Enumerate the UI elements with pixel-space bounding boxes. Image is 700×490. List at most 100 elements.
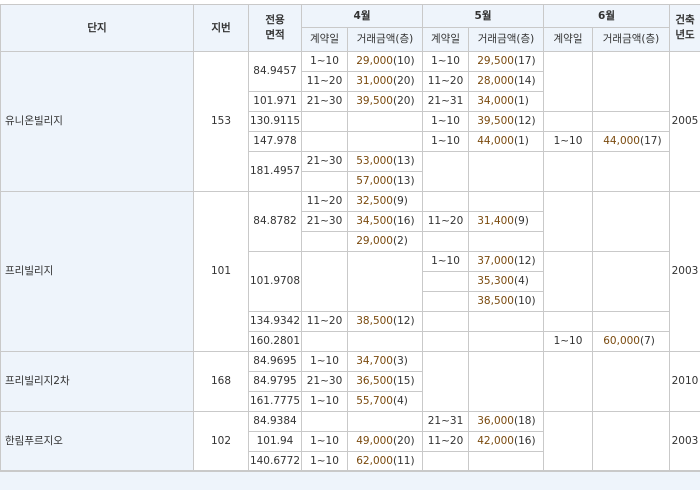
floor: (10) [514, 292, 540, 311]
amount: 31,400 [477, 215, 514, 227]
contract-date-cell: 1~10 [544, 132, 593, 152]
floor: (1) [514, 132, 540, 151]
trade-amount-cell: 44,000(17) [593, 132, 670, 152]
trade-amount-cell [469, 352, 544, 412]
transaction-table-panel: { "header": { "complex": "단지", "lot": "지… [0, 0, 700, 488]
floor: (14) [514, 72, 540, 91]
table-row: 프리빌리지2차 168 84.9695 1~10 34,700(3) 2010 [1, 352, 700, 372]
trade-amount-cell: 44,000(1) [469, 132, 544, 152]
floor: (4) [514, 272, 540, 291]
header-built-line2: 년도 [670, 28, 700, 43]
area-cell: 134.9342 [249, 312, 302, 332]
trade-amount-cell: 55,700(4) [348, 392, 423, 412]
floor: (16) [393, 212, 419, 231]
contract-date-cell: 11~20 [423, 212, 469, 232]
trade-amount-cell: 29,000(10) [348, 52, 423, 72]
header-area-line1: 전용 [249, 13, 301, 28]
amount: 38,500 [477, 295, 514, 307]
area-cell: 101.9708 [249, 252, 302, 312]
contract-date-cell [544, 252, 593, 312]
contract-date-cell: 1~10 [302, 432, 348, 452]
trade-amount-cell [593, 52, 670, 112]
trade-amount-cell: 29,000(2) [348, 232, 423, 252]
amount: 34,000 [477, 95, 514, 107]
trade-amount-cell: 35,300(4) [469, 272, 544, 292]
amount: 57,000 [356, 175, 393, 187]
trade-amount-cell [593, 192, 670, 252]
lot-cell: 168 [194, 352, 249, 412]
area-cell: 101.94 [249, 432, 302, 452]
trade-amount-cell: 38,500(12) [348, 312, 423, 332]
amount: 53,000 [356, 155, 393, 167]
area-cell: 84.9695 [249, 352, 302, 372]
contract-date-cell [544, 312, 593, 332]
contract-date-cell [302, 172, 348, 192]
area-cell: 84.9795 [249, 372, 302, 392]
header-trade-amount-6: 거래금액(층) [593, 28, 670, 52]
contract-date-cell: 21~31 [423, 92, 469, 112]
contract-date-cell [423, 332, 469, 352]
contract-date-cell [423, 292, 469, 312]
area-cell: 140.6772 [249, 452, 302, 472]
header-built-year: 건축 년도 [670, 5, 700, 52]
trade-amount-cell: 53,000(13) [348, 152, 423, 172]
trade-amount-cell: 60,000(7) [593, 332, 670, 352]
trade-amount-cell: 31,000(20) [348, 72, 423, 92]
amount: 39,500 [356, 95, 393, 107]
amount: 34,500 [356, 215, 393, 227]
area-cell: 101.971 [249, 92, 302, 112]
trade-amount-cell [348, 332, 423, 352]
trade-amount-cell [348, 252, 423, 312]
floor: (20) [393, 72, 419, 91]
header-month-5: 5월 [423, 5, 544, 28]
area-cell: 160.2801 [249, 332, 302, 352]
floor: (3) [393, 352, 419, 371]
header-area: 전용 면적 [249, 5, 302, 52]
amount: 62,000 [356, 455, 393, 467]
trade-amount-cell: 42,000(16) [469, 432, 544, 452]
contract-date-cell: 1~10 [423, 52, 469, 72]
lot-cell: 101 [194, 192, 249, 352]
contract-date-cell: 11~20 [302, 312, 348, 332]
contract-date-cell: 11~20 [423, 432, 469, 452]
floor: (2) [393, 232, 419, 251]
contract-date-cell: 1~10 [423, 112, 469, 132]
contract-date-cell [423, 152, 469, 192]
contract-date-cell: 1~10 [302, 452, 348, 472]
contract-date-cell [423, 192, 469, 212]
trade-amount-cell [469, 452, 544, 472]
amount: 38,500 [356, 315, 393, 327]
trade-amount-cell: 62,000(11) [348, 452, 423, 472]
floor: (9) [514, 212, 540, 231]
trade-amount-cell: 36,000(18) [469, 412, 544, 432]
area-cell: 181.4957 [249, 152, 302, 192]
contract-date-cell [423, 232, 469, 252]
floor: (10) [393, 52, 419, 71]
trade-amount-cell: 29,500(17) [469, 52, 544, 72]
contract-date-cell: 1~10 [423, 252, 469, 272]
trade-amount-cell: 49,000(20) [348, 432, 423, 452]
amount: 35,300 [477, 275, 514, 287]
complex-name-cell: 한림푸르지오 [1, 412, 194, 472]
contract-date-cell: 1~10 [302, 52, 348, 72]
contract-date-cell: 1~10 [423, 132, 469, 152]
amount: 49,000 [356, 435, 393, 447]
floor: (17) [640, 132, 666, 151]
trade-amount-cell [348, 132, 423, 152]
contract-date-cell: 1~10 [302, 352, 348, 372]
amount: 36,000 [477, 415, 514, 427]
amount: 34,700 [356, 355, 393, 367]
table-row: 한림푸르지오 102 84.9384 21~31 36,000(18) 2003 [1, 412, 700, 432]
trade-amount-cell [593, 152, 670, 192]
contract-date-cell [423, 452, 469, 472]
amount: 36,500 [356, 375, 393, 387]
contract-date-cell [423, 272, 469, 292]
trade-amount-cell: 39,500(12) [469, 112, 544, 132]
contract-date-cell: 21~30 [302, 372, 348, 392]
contract-date-cell [302, 332, 348, 352]
trade-amount-cell: 31,400(9) [469, 212, 544, 232]
trade-amount-cell [469, 152, 544, 192]
amount: 42,000 [477, 435, 514, 447]
contract-date-cell [302, 252, 348, 312]
contract-date-cell [423, 352, 469, 412]
